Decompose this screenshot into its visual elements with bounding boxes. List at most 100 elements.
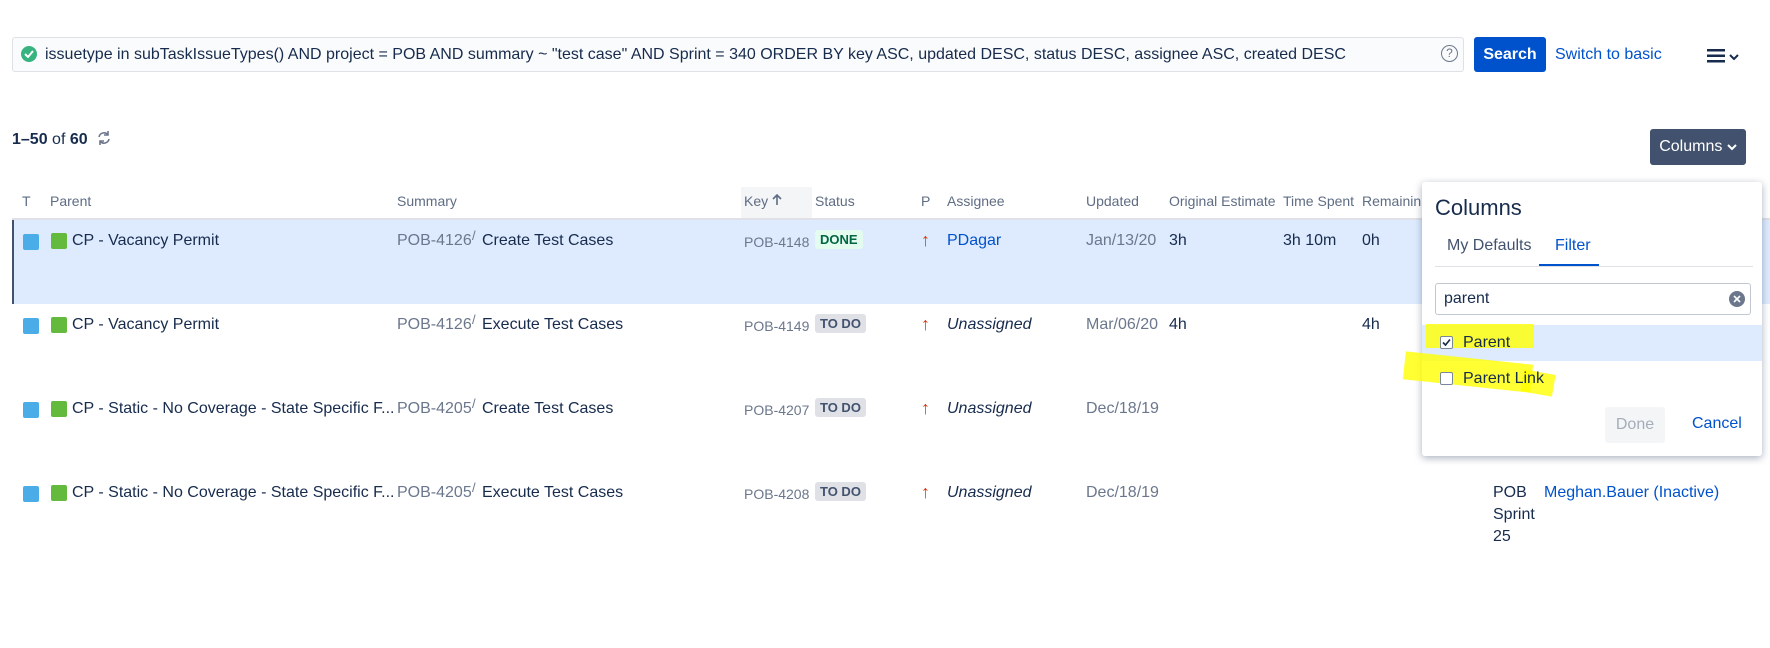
status-label: TO DO <box>815 314 866 333</box>
tab-filter[interactable]: Filter <box>1555 237 1591 255</box>
parent-link[interactable]: CP - Vacancy Permit <box>72 316 219 334</box>
updated-date: Mar/06/20 <box>1086 316 1159 333</box>
header-original-estimate[interactable]: Original Estimate <box>1169 193 1276 209</box>
parent-key[interactable]: POB-4205 <box>397 400 472 418</box>
sprint-line[interactable]: 25 <box>1493 528 1511 542</box>
results-total: 60 <box>69 131 88 148</box>
parent-key[interactable]: POB-4205 <box>397 484 472 502</box>
reporter-link[interactable]: Meghan.Bauer (Inactive) <box>1544 484 1719 502</box>
status-lozenge: DONE <box>815 230 863 249</box>
results-count: 1–50 of 60 <box>12 131 88 149</box>
parent-link[interactable]: CP - Vacancy Permit <box>72 232 219 250</box>
parent-checkbox[interactable] <box>1440 336 1453 349</box>
parent-key[interactable]: POB-4126 <box>397 232 472 250</box>
hamburger-menu-icon[interactable] <box>1707 49 1725 68</box>
status-label: TO DO <box>815 482 866 501</box>
sprint-line[interactable]: POB <box>1493 484 1527 502</box>
option-label[interactable]: Parent Link <box>1463 370 1544 388</box>
updated-date: Jan/13/20 <box>1086 232 1157 249</box>
option-label[interactable]: Parent <box>1463 334 1510 352</box>
header-summary[interactable]: Summary <box>397 193 457 209</box>
status-label: DONE <box>815 230 863 249</box>
story-icon <box>51 233 67 249</box>
priority-high-icon: ↑ <box>921 482 930 502</box>
assignee-unassigned: Unassigned <box>947 316 1032 333</box>
assignee-link[interactable]: PDagar <box>947 232 1001 250</box>
parent-link[interactable]: CP - Static - No Coverage - State Specif… <box>72 400 395 418</box>
jql-query-text[interactable]: issuetype in subTaskIssueTypes() AND pro… <box>45 46 1346 64</box>
assignee-unassigned: Unassigned <box>947 484 1032 501</box>
parent-link-checkbox[interactable] <box>1440 372 1453 385</box>
help-icon[interactable]: ? <box>1441 45 1458 62</box>
header-type[interactable]: T <box>22 193 31 209</box>
sprint-line[interactable]: Sprint <box>1493 506 1535 524</box>
priority-high-icon: ↑ <box>921 398 930 418</box>
status-label: TO DO <box>815 398 866 417</box>
summary-link[interactable]: Execute Test Cases <box>482 316 623 334</box>
sort-up-icon <box>772 193 782 205</box>
summary-link[interactable]: Execute Test Cases <box>482 484 623 502</box>
results-range: 1–50 <box>12 131 48 148</box>
valid-query-check-icon <box>21 46 37 62</box>
priority-high-icon: ↑ <box>921 314 930 334</box>
time-spent: 3h 10m <box>1283 232 1337 249</box>
story-icon <box>51 485 67 501</box>
remaining-estimate: 0h <box>1362 232 1380 249</box>
breadcrumb-separator: / <box>472 480 476 495</box>
columns-button[interactable]: Columns <box>1650 129 1746 165</box>
search-button[interactable]: Search <box>1474 37 1546 72</box>
row-selected-indicator <box>12 220 14 304</box>
column-search-value: parent <box>1444 290 1490 307</box>
subtask-icon <box>23 234 39 250</box>
status-lozenge: TO DO <box>815 398 866 417</box>
subtask-icon <box>23 318 39 334</box>
issue-key[interactable]: POB-4149 <box>744 318 809 334</box>
results-of: of <box>52 131 66 148</box>
issue-key[interactable]: POB-4207 <box>744 402 809 418</box>
refresh-icon[interactable] <box>96 130 112 151</box>
header-key[interactable]: Key <box>744 193 782 209</box>
original-estimate: 3h <box>1169 232 1187 249</box>
tab-active-indicator <box>1539 264 1599 266</box>
breadcrumb-separator: / <box>472 312 476 327</box>
breadcrumb-separator: / <box>472 396 476 411</box>
columns-button-label: Columns <box>1659 138 1723 155</box>
header-status[interactable]: Status <box>815 193 855 209</box>
header-key-label: Key <box>744 193 769 209</box>
done-button[interactable]: Done <box>1605 407 1665 443</box>
parent-link[interactable]: CP - Static - No Coverage - State Specif… <box>72 484 395 502</box>
issue-key[interactable]: POB-4208 <box>744 486 809 502</box>
header-parent[interactable]: Parent <box>50 193 91 209</box>
assignee-unassigned: Unassigned <box>947 400 1032 417</box>
summary-link[interactable]: Create Test Cases <box>482 400 613 418</box>
story-icon <box>51 401 67 417</box>
header-updated[interactable]: Updated <box>1086 193 1139 209</box>
chevron-down-icon[interactable] <box>1729 48 1739 66</box>
parent-key[interactable]: POB-4126 <box>397 316 472 334</box>
tab-divider <box>1435 266 1753 267</box>
tab-my-defaults[interactable]: My Defaults <box>1447 237 1531 255</box>
original-estimate: 4h <box>1169 316 1187 333</box>
switch-to-basic-link[interactable]: Switch to basic <box>1555 46 1662 64</box>
updated-date: Dec/18/19 <box>1086 484 1159 501</box>
breadcrumb-separator: / <box>472 228 476 243</box>
issue-key[interactable]: POB-4148 <box>744 234 809 250</box>
subtask-icon <box>23 402 39 418</box>
header-priority[interactable]: P <box>921 193 930 209</box>
subtask-icon <box>23 486 39 502</box>
cancel-button[interactable]: Cancel <box>1692 415 1742 433</box>
header-remaining[interactable]: Remainin <box>1362 193 1421 209</box>
header-time-spent[interactable]: Time Spent <box>1283 193 1354 209</box>
story-icon <box>51 317 67 333</box>
header-assignee[interactable]: Assignee <box>947 193 1005 209</box>
summary-link[interactable]: Create Test Cases <box>482 232 613 250</box>
priority-high-icon: ↑ <box>921 230 930 250</box>
clear-icon[interactable] <box>1729 291 1745 307</box>
dialog-title: Columns <box>1435 195 1522 220</box>
columns-picker-dialog: Columns My Defaults Filter parent Parent… <box>1402 182 1762 456</box>
status-lozenge: TO DO <box>815 314 866 333</box>
updated-date: Dec/18/19 <box>1086 400 1159 417</box>
remaining-estimate: 4h <box>1362 316 1380 333</box>
column-search-input[interactable]: parent <box>1435 283 1751 315</box>
jql-search-field[interactable]: issuetype in subTaskIssueTypes() AND pro… <box>12 37 1464 72</box>
